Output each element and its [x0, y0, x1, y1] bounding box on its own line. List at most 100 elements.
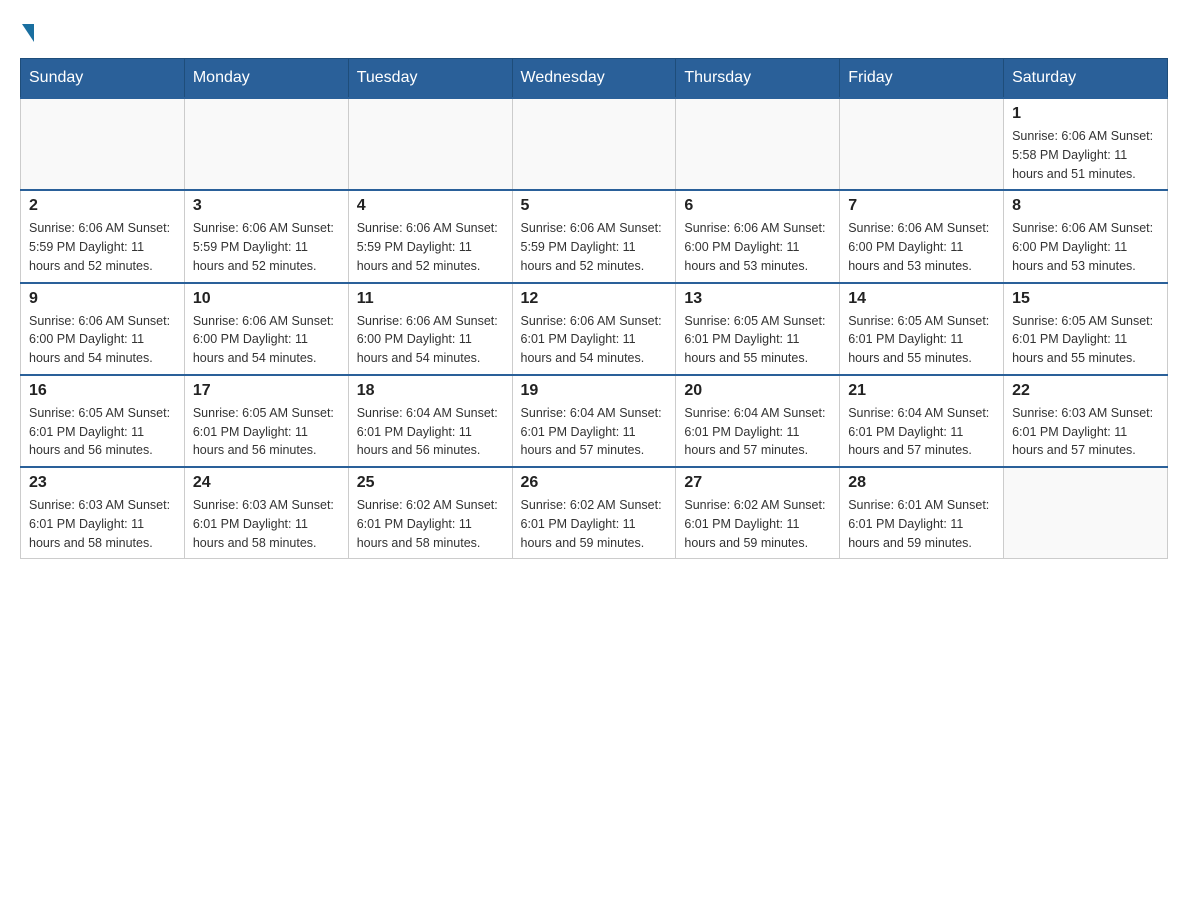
week-row-1: 1 Sunrise: 6:06 AM Sunset: 5:58 PM Daylig… — [21, 98, 1168, 190]
day-info: Sunrise: 6:02 AM Sunset: 6:01 PM Dayligh… — [684, 496, 831, 552]
day-info: Sunrise: 6:05 AM Sunset: 6:01 PM Dayligh… — [29, 404, 176, 460]
day-number: 19 — [521, 382, 668, 400]
calendar-cell: 27 Sunrise: 6:02 AM Sunset: 6:01 PM Dayli… — [676, 467, 840, 559]
day-info: Sunrise: 6:06 AM Sunset: 5:59 PM Dayligh… — [357, 219, 504, 275]
day-number: 16 — [29, 382, 176, 400]
day-number: 2 — [29, 197, 176, 215]
day-info: Sunrise: 6:02 AM Sunset: 6:01 PM Dayligh… — [357, 496, 504, 552]
day-number: 27 — [684, 474, 831, 492]
day-number: 11 — [357, 290, 504, 308]
day-info: Sunrise: 6:06 AM Sunset: 6:00 PM Dayligh… — [357, 312, 504, 368]
day-info: Sunrise: 6:06 AM Sunset: 5:58 PM Dayligh… — [1012, 127, 1159, 183]
day-number: 14 — [848, 290, 995, 308]
day-number: 12 — [521, 290, 668, 308]
calendar-cell: 4 Sunrise: 6:06 AM Sunset: 5:59 PM Daylig… — [348, 190, 512, 282]
day-number: 18 — [357, 382, 504, 400]
page-header — [20, 20, 1168, 42]
calendar-cell: 21 Sunrise: 6:04 AM Sunset: 6:01 PM Dayli… — [840, 375, 1004, 467]
day-info: Sunrise: 6:02 AM Sunset: 6:01 PM Dayligh… — [521, 496, 668, 552]
calendar-cell: 22Sunrise: 6:03 AM Sunset: 6:01 PM Dayli… — [1004, 375, 1168, 467]
day-number: 17 — [193, 382, 340, 400]
day-number: 3 — [193, 197, 340, 215]
day-info: Sunrise: 6:06 AM Sunset: 6:00 PM Dayligh… — [848, 219, 995, 275]
day-header-tuesday: Tuesday — [348, 59, 512, 99]
day-number: 7 — [848, 197, 995, 215]
day-info: Sunrise: 6:06 AM Sunset: 6:00 PM Dayligh… — [684, 219, 831, 275]
calendar-cell — [348, 98, 512, 190]
calendar-cell: 16 Sunrise: 6:05 AM Sunset: 6:01 PM Dayli… — [21, 375, 185, 467]
calendar-cell — [21, 98, 185, 190]
day-header-friday: Friday — [840, 59, 1004, 99]
week-row-4: 16 Sunrise: 6:05 AM Sunset: 6:01 PM Dayli… — [21, 375, 1168, 467]
day-info: Sunrise: 6:06 AM Sunset: 5:59 PM Dayligh… — [29, 219, 176, 275]
day-info: Sunrise: 6:05 AM Sunset: 6:01 PM Dayligh… — [684, 312, 831, 368]
calendar-cell: 8 Sunrise: 6:06 AM Sunset: 6:00 PM Daylig… — [1004, 190, 1168, 282]
day-number: 25 — [357, 474, 504, 492]
calendar-cell: 26 Sunrise: 6:02 AM Sunset: 6:01 PM Dayli… — [512, 467, 676, 559]
calendar-cell: 19 Sunrise: 6:04 AM Sunset: 6:01 PM Dayli… — [512, 375, 676, 467]
day-number: 6 — [684, 197, 831, 215]
day-number: 23 — [29, 474, 176, 492]
day-info: Sunrise: 6:06 AM Sunset: 6:00 PM Dayligh… — [193, 312, 340, 368]
day-info: Sunrise: 6:04 AM Sunset: 6:01 PM Dayligh… — [684, 404, 831, 460]
day-info: Sunrise: 6:03 AM Sunset: 6:01 PM Dayligh… — [29, 496, 176, 552]
day-info: Sunrise: 6:04 AM Sunset: 6:01 PM Dayligh… — [357, 404, 504, 460]
calendar-header-row: SundayMondayTuesdayWednesdayThursdayFrid… — [21, 59, 1168, 99]
week-row-5: 23 Sunrise: 6:03 AM Sunset: 6:01 PM Dayli… — [21, 467, 1168, 559]
day-number: 15 — [1012, 290, 1159, 308]
day-number: 8 — [1012, 197, 1159, 215]
day-number: 10 — [193, 290, 340, 308]
day-info: Sunrise: 6:04 AM Sunset: 6:01 PM Dayligh… — [848, 404, 995, 460]
calendar-table: SundayMondayTuesdayWednesdayThursdayFrid… — [20, 58, 1168, 559]
day-info: Sunrise: 6:03 AM Sunset: 6:01 PM Dayligh… — [193, 496, 340, 552]
calendar-cell: 2 Sunrise: 6:06 AM Sunset: 5:59 PM Daylig… — [21, 190, 185, 282]
calendar-cell: 10 Sunrise: 6:06 AM Sunset: 6:00 PM Dayli… — [184, 283, 348, 375]
day-info: Sunrise: 6:05 AM Sunset: 6:01 PM Dayligh… — [1012, 312, 1159, 368]
calendar-cell — [184, 98, 348, 190]
calendar-cell: 28Sunrise: 6:01 AM Sunset: 6:01 PM Dayli… — [840, 467, 1004, 559]
calendar-cell: 18 Sunrise: 6:04 AM Sunset: 6:01 PM Dayli… — [348, 375, 512, 467]
calendar-cell: 15 Sunrise: 6:05 AM Sunset: 6:01 PM Dayli… — [1004, 283, 1168, 375]
calendar-cell: 3 Sunrise: 6:06 AM Sunset: 5:59 PM Daylig… — [184, 190, 348, 282]
day-number: 21 — [848, 382, 995, 400]
calendar-cell — [1004, 467, 1168, 559]
day-number: 28 — [848, 474, 995, 492]
day-info: Sunrise: 6:06 AM Sunset: 6:00 PM Dayligh… — [29, 312, 176, 368]
day-number: 13 — [684, 290, 831, 308]
day-number: 22 — [1012, 382, 1159, 400]
calendar-cell: 6 Sunrise: 6:06 AM Sunset: 6:00 PM Daylig… — [676, 190, 840, 282]
calendar-cell — [676, 98, 840, 190]
day-header-saturday: Saturday — [1004, 59, 1168, 99]
day-header-wednesday: Wednesday — [512, 59, 676, 99]
week-row-2: 2 Sunrise: 6:06 AM Sunset: 5:59 PM Daylig… — [21, 190, 1168, 282]
calendar-cell — [512, 98, 676, 190]
logo — [20, 20, 34, 42]
calendar-cell: 14 Sunrise: 6:05 AM Sunset: 6:01 PM Dayli… — [840, 283, 1004, 375]
day-info: Sunrise: 6:06 AM Sunset: 6:00 PM Dayligh… — [1012, 219, 1159, 275]
day-info: Sunrise: 6:04 AM Sunset: 6:01 PM Dayligh… — [521, 404, 668, 460]
day-info: Sunrise: 6:06 AM Sunset: 6:01 PM Dayligh… — [521, 312, 668, 368]
week-row-3: 9 Sunrise: 6:06 AM Sunset: 6:00 PM Daylig… — [21, 283, 1168, 375]
day-number: 9 — [29, 290, 176, 308]
day-number: 20 — [684, 382, 831, 400]
day-number: 24 — [193, 474, 340, 492]
day-info: Sunrise: 6:05 AM Sunset: 6:01 PM Dayligh… — [193, 404, 340, 460]
day-number: 26 — [521, 474, 668, 492]
day-info: Sunrise: 6:06 AM Sunset: 5:59 PM Dayligh… — [521, 219, 668, 275]
calendar-cell: 5 Sunrise: 6:06 AM Sunset: 5:59 PM Daylig… — [512, 190, 676, 282]
calendar-cell: 13 Sunrise: 6:05 AM Sunset: 6:01 PM Dayli… — [676, 283, 840, 375]
calendar-cell: 25 Sunrise: 6:02 AM Sunset: 6:01 PM Dayli… — [348, 467, 512, 559]
calendar-cell: 20 Sunrise: 6:04 AM Sunset: 6:01 PM Dayli… — [676, 375, 840, 467]
day-header-monday: Monday — [184, 59, 348, 99]
calendar-cell: 23 Sunrise: 6:03 AM Sunset: 6:01 PM Dayli… — [21, 467, 185, 559]
logo-arrow-icon — [22, 24, 34, 42]
day-info: Sunrise: 6:06 AM Sunset: 5:59 PM Dayligh… — [193, 219, 340, 275]
day-info: Sunrise: 6:05 AM Sunset: 6:01 PM Dayligh… — [848, 312, 995, 368]
day-number: 4 — [357, 197, 504, 215]
day-header-sunday: Sunday — [21, 59, 185, 99]
calendar-cell: 24 Sunrise: 6:03 AM Sunset: 6:01 PM Dayli… — [184, 467, 348, 559]
calendar-cell: 12 Sunrise: 6:06 AM Sunset: 6:01 PM Dayli… — [512, 283, 676, 375]
calendar-cell: 7 Sunrise: 6:06 AM Sunset: 6:00 PM Daylig… — [840, 190, 1004, 282]
day-number: 1 — [1012, 105, 1159, 123]
day-number: 5 — [521, 197, 668, 215]
